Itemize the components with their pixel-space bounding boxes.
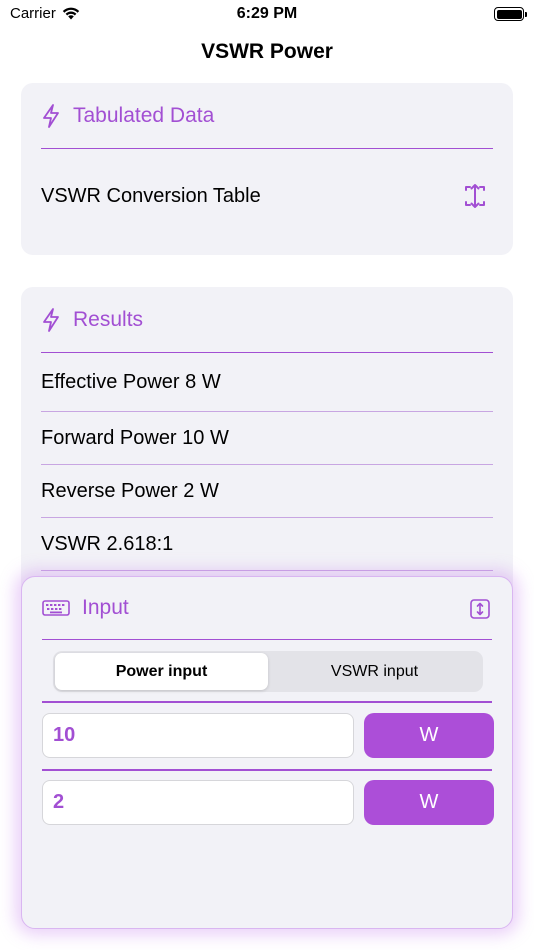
segment-vswr-input[interactable]: VSWR input	[268, 653, 481, 690]
input-title: Input	[82, 596, 129, 619]
vswr-conversion-table-row[interactable]: VSWR Conversion Table	[41, 170, 493, 222]
battery-icon	[494, 7, 527, 21]
vswr-ratio-text: VSWR 2.618:1	[41, 532, 174, 555]
status-time: 6:29 PM	[236, 5, 298, 22]
divider	[42, 701, 492, 703]
forward-power-field[interactable]: 10	[42, 713, 354, 758]
resize-vertical-icon	[470, 599, 490, 619]
keyboard-icon	[42, 600, 70, 616]
resize-sheet-button[interactable]	[470, 599, 490, 619]
result-row: Forward Power 10 W	[41, 412, 493, 465]
input-card: Input Power input VSWR input 10 W 2 W	[21, 576, 513, 929]
reverse-power-text: Reverse Power 2 W	[41, 479, 219, 502]
forward-power-text: Forward Power 10 W	[41, 426, 229, 449]
expand-icon	[465, 184, 485, 208]
expand-table-button[interactable]	[459, 180, 491, 212]
reverse-power-field[interactable]: 2	[42, 780, 354, 825]
results-title: Results	[73, 307, 144, 331]
result-row: VSWR 2.618:1	[41, 518, 493, 571]
bolt-icon	[43, 307, 59, 332]
vswr-conversion-table-label: VSWR Conversion Table	[41, 184, 261, 207]
tabulated-data-header: Tabulated Data	[41, 83, 493, 149]
effective-power-text: Effective Power 8 W	[41, 370, 221, 393]
result-row: Effective Power 8 W	[41, 353, 493, 412]
reverse-power-unit-button[interactable]: W	[364, 780, 494, 825]
divider	[42, 769, 492, 771]
result-row: Reverse Power 2 W	[41, 465, 493, 518]
page-title: VSWR Power	[201, 40, 333, 63]
tabulated-data-title: Tabulated Data	[73, 103, 215, 127]
input-mode-segmented-control: Power input VSWR input	[53, 651, 483, 692]
results-header: Results	[41, 287, 493, 353]
results-card: Results Effective Power 8 W Forward Powe…	[21, 287, 513, 607]
tabulated-data-card: Tabulated Data VSWR Conversion Table	[21, 83, 513, 255]
forward-power-unit-button[interactable]: W	[364, 713, 494, 758]
status-bar: Carrier 6:29 PM	[0, 0, 534, 28]
segment-power-input[interactable]: Power input	[55, 653, 268, 690]
bolt-icon	[43, 103, 59, 128]
input-header: Input	[42, 577, 492, 640]
